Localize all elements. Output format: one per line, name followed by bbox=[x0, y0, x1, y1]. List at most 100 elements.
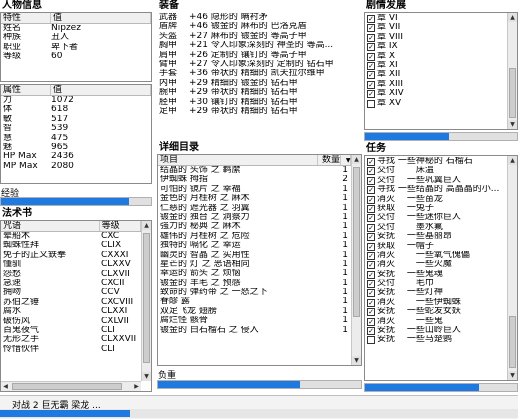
equipment-row[interactable]: 头盔 +27 麻布的 镀金的 等高子甲 bbox=[157, 32, 362, 41]
checkbox-checked-icon[interactable]: ✓ bbox=[367, 158, 375, 166]
checkbox-checked-icon[interactable]: ✓ bbox=[367, 270, 375, 279]
scroll-down-icon[interactable]: ▼ bbox=[352, 356, 361, 365]
inventory-row[interactable]: 强力的 秘典 之 麻木 1 bbox=[158, 222, 351, 231]
spellbook-header-spell[interactable]: 咒语 bbox=[1, 221, 100, 231]
inventory-row[interactable]: 伊蜘蛛 拇指 2 bbox=[158, 175, 351, 184]
inventory-header-item[interactable]: 项目 bbox=[158, 155, 318, 165]
spell-row[interactable]: 怨愁 CLXVII bbox=[1, 270, 141, 279]
inventory-row[interactable]: 镀金的 白石榴石 之 侵入 1 bbox=[158, 326, 351, 335]
checkbox-checked-icon[interactable]: ✓ bbox=[367, 176, 375, 185]
spell-row[interactable]: 拥吻 CCV bbox=[1, 288, 141, 297]
checkbox-checked-icon[interactable]: ✓ bbox=[367, 195, 375, 204]
attribute-row[interactable]: 力 1072 bbox=[1, 96, 151, 105]
inventory-row[interactable]: 致命的 弹药带 之 一怒之下 1 bbox=[158, 288, 351, 297]
checkbox-unchecked-icon[interactable] bbox=[367, 336, 375, 345]
scroll-up-icon[interactable]: ▲ bbox=[352, 155, 361, 164]
attributes-header-stat[interactable]: 属性 bbox=[1, 85, 51, 95]
attribute-row[interactable]: 敏 517 bbox=[1, 115, 151, 124]
quest-row[interactable]: ✓ 获取 一兔子 bbox=[365, 204, 507, 213]
spell-row[interactable]: 懂驯 CLXXV bbox=[1, 260, 141, 269]
spellbook-header-level[interactable]: 等级 bbox=[100, 221, 141, 231]
plot-row[interactable]: ✓ 章 IX bbox=[365, 42, 507, 52]
checkbox-checked-icon[interactable]: ✓ bbox=[367, 24, 375, 33]
plot-row[interactable]: ✓ 章 XIV bbox=[365, 89, 507, 99]
equipment-row[interactable]: 内甲 +29 精细的 镀金的 钻石甲 bbox=[157, 79, 362, 88]
character-traits-list[interactable]: 特性 值 姓名 Nipzez 种族 丑人 职业 卑下者 等级 60 bbox=[0, 12, 152, 82]
plot-row[interactable]: ✓ 章 XIII bbox=[365, 80, 507, 89]
scroll-left-icon[interactable]: ◀ bbox=[1, 382, 10, 391]
spell-row[interactable]: 百鬼夜气 CLI bbox=[1, 326, 141, 335]
checkbox-checked-icon[interactable]: ✓ bbox=[367, 80, 375, 89]
quests-scrollbar[interactable]: ▲ ▼ bbox=[507, 156, 517, 380]
plot-row[interactable]: 章 XV bbox=[365, 99, 507, 108]
attributes-header-value[interactable]: 值 bbox=[51, 85, 151, 95]
inventory-row[interactable]: 幽灵的 智晶 之 实用性 1 bbox=[158, 251, 351, 260]
quest-row[interactable]: ✓ 消灭 一些苗龙 bbox=[365, 195, 507, 204]
checkbox-checked-icon[interactable]: ✓ bbox=[367, 327, 375, 336]
checkbox-checked-icon[interactable]: ✓ bbox=[367, 317, 375, 326]
quest-row[interactable]: ✓ 安抚 一些山岭巨人 bbox=[365, 326, 507, 336]
quest-row[interactable]: ✓ 消灭 一些火魔 bbox=[365, 260, 507, 270]
equipment-list[interactable]: 武器 +46 隐形的 瞒衬矛 盾牌 +46 镀金的 麻布的 巴洛克盾 头盔 +27 麻布的… bbox=[157, 12, 362, 142]
scroll-down-icon[interactable]: ▼ bbox=[508, 371, 517, 380]
checkbox-checked-icon[interactable]: ✓ bbox=[367, 298, 375, 307]
attribute-row[interactable]: MP Max 2080 bbox=[1, 162, 151, 171]
attribute-row[interactable]: HP Max 2436 bbox=[1, 152, 151, 161]
quest-row[interactable]: ✓ 安抚 一些灯神 bbox=[365, 288, 507, 298]
plot-list[interactable]: ✓ 章 VI ✓ 章 VII ✓ 章 VIII ✓ 章 IX ✓ 章 X ✓ 章 XI ✓ 章 XII ✓ 章… bbox=[364, 12, 518, 130]
scroll-thumb[interactable] bbox=[143, 233, 150, 363]
checkbox-checked-icon[interactable]: ✓ bbox=[367, 61, 375, 70]
checkbox-checked-icon[interactable]: ✓ bbox=[367, 33, 375, 42]
inventory-row[interactable]: 镀金的 羊毛 之 预感 1 bbox=[158, 279, 351, 288]
scroll-up-icon[interactable]: ▲ bbox=[142, 221, 151, 230]
quest-row[interactable]: ✓ 寻找 一些神秘的 石榴石 bbox=[365, 157, 507, 166]
inventory-row[interactable]: 结晶的 头饰 之 羁縻 1 bbox=[158, 166, 351, 175]
equipment-row[interactable]: 手套 +36 带状的 精细的 凯夫拉尔维甲 bbox=[157, 69, 362, 78]
inventory-row[interactable]: 幸运的 箭头 之 烦恼 1 bbox=[158, 269, 351, 278]
spell-row[interactable]: 免子的正义鉄拳 CXXXI bbox=[1, 251, 141, 260]
spell-row[interactable]: 无形之手 CLXXVII bbox=[1, 335, 141, 344]
inventory-list[interactable]: 项目 数量 ▼ 结晶的 头饰 之 羁縻 1 伊蜘蛛 拇指 2 可怕的 镜片 之 幸福 1 金… bbox=[157, 154, 362, 366]
trait-row[interactable]: 种族 丑人 bbox=[1, 33, 151, 42]
trait-row[interactable]: 等级 60 bbox=[1, 52, 151, 61]
inventory-row[interactable]: 双足飞龙 翅膀 1 bbox=[158, 307, 351, 316]
spell-row[interactable]: 破伤风 CXLVII bbox=[1, 317, 141, 326]
inventory-row[interactable]: 眷醪 露 1 bbox=[158, 297, 351, 306]
checkbox-checked-icon[interactable]: ✓ bbox=[367, 289, 375, 298]
inventory-row[interactable]: 可怕的 镜片 之 幸福 1 bbox=[158, 185, 351, 194]
inventory-row[interactable]: 星芒的 灯 之 恶语相向 1 bbox=[158, 260, 351, 269]
quest-row[interactable]: ✓ 消灭 一些伊蜘蛛 bbox=[365, 298, 507, 307]
quest-row[interactable]: ✓ 消灭 一些氧气傀儡 bbox=[365, 251, 507, 260]
quest-row[interactable]: ✓ 消灭 一些鬼 bbox=[365, 317, 507, 326]
spell-row[interactable]: 急速 CXCII bbox=[1, 279, 141, 288]
inventory-row[interactable]: 镀金的 独台 之 洞察力 1 bbox=[158, 213, 351, 222]
scroll-thumb[interactable] bbox=[509, 68, 516, 118]
plot-row[interactable]: ✓ 章 VI bbox=[365, 14, 507, 23]
checkbox-checked-icon[interactable]: ✓ bbox=[367, 204, 375, 213]
checkbox-checked-icon[interactable]: ✓ bbox=[367, 186, 375, 195]
quest-row[interactable]: ✓ 安抚 一些鬼魂 bbox=[365, 270, 507, 279]
inventory-row[interactable]: 独特的 嗝化 之 幸运 1 bbox=[158, 241, 351, 250]
checkbox-checked-icon[interactable]: ✓ bbox=[367, 223, 375, 232]
scroll-right-icon[interactable]: ▶ bbox=[132, 382, 141, 391]
equipment-row[interactable]: 盾牌 +46 镀金的 麻布的 巴洛克盾 bbox=[157, 22, 362, 31]
quest-row[interactable]: ✓ 寻找 一些结晶的 高晶晶的小... bbox=[365, 185, 507, 195]
attribute-row[interactable]: 智 539 bbox=[1, 124, 151, 133]
quests-list[interactable]: ✓ 寻找 一些神秘的 石榴石 ✓ 交付 床温 ✓ 交付 一些巩翼巨人 ✓ 寻找 一些结晶的 高… bbox=[364, 155, 518, 381]
quest-row[interactable]: ✓ 交付 毛巾 bbox=[365, 279, 507, 289]
equipment-row[interactable]: 胸甲 +21 令人印象深刻的 神圣的 等高... bbox=[157, 41, 362, 50]
traits-header-value[interactable]: 值 bbox=[51, 13, 151, 23]
quest-row[interactable]: ✓ 交付 一些巩翼巨人 bbox=[365, 176, 507, 185]
checkbox-checked-icon[interactable]: ✓ bbox=[367, 43, 375, 52]
quest-row[interactable]: ✓ 交付 床温 bbox=[365, 166, 507, 176]
character-attributes-list[interactable]: 属性 值 力 1072 体 618 敏 517 智 539 慧 475 魅 965 HP Max 2436… bbox=[0, 84, 152, 184]
plot-scrollbar[interactable]: ▲ ▼ bbox=[507, 13, 517, 129]
attribute-row[interactable]: 体 618 bbox=[1, 105, 151, 114]
attribute-row[interactable]: 慧 475 bbox=[1, 134, 151, 143]
spell-row[interactable]: 蜘蛛性拜 CLIX bbox=[1, 241, 141, 250]
scroll-up-icon[interactable]: ▲ bbox=[508, 13, 517, 22]
equipment-row[interactable]: 腕甲 +29 带状的 精细的 钻石甲 bbox=[157, 88, 362, 97]
checkbox-checked-icon[interactable]: ✓ bbox=[367, 261, 375, 270]
quest-row[interactable]: 安抚 一些马楚鹦 bbox=[365, 335, 507, 345]
equipment-row[interactable]: 臂甲 +27 令人印象深刻的 定制的 钻石甲 bbox=[157, 60, 362, 69]
